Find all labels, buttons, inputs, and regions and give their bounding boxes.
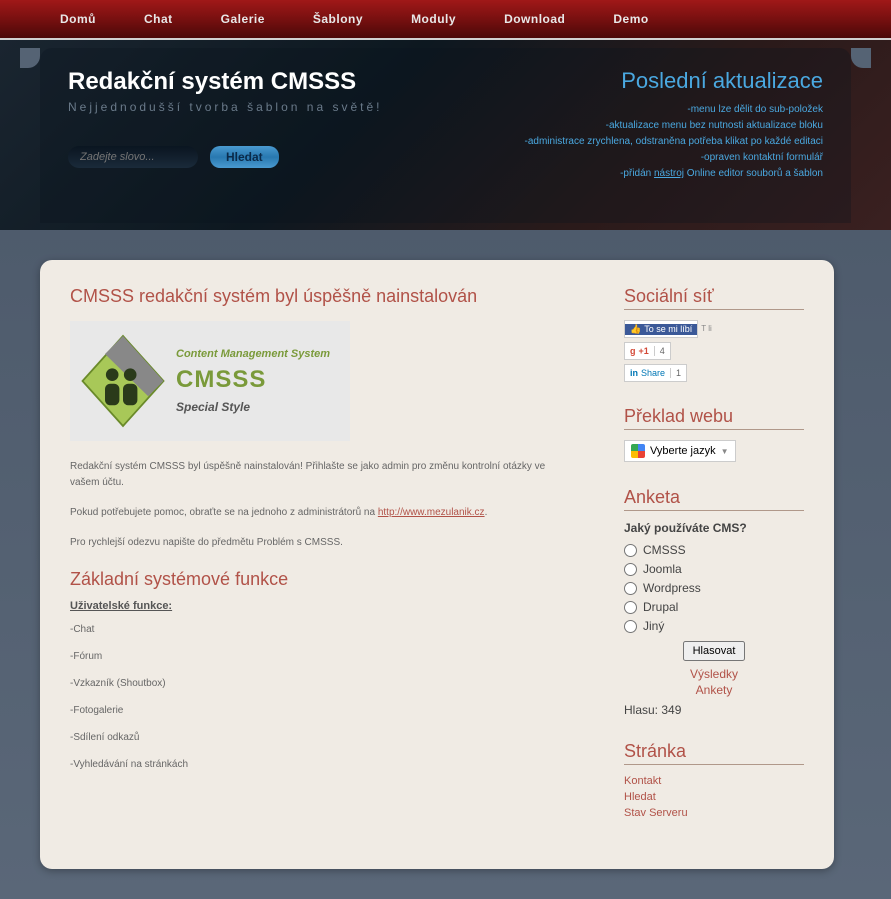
feature-item: -Vzkazník (Shoutbox) bbox=[70, 678, 574, 689]
poll-radio[interactable] bbox=[624, 620, 637, 633]
linkedin-share-button[interactable]: in Share 1 bbox=[624, 364, 687, 382]
nav-home[interactable]: Domů bbox=[60, 12, 96, 26]
search-input[interactable] bbox=[68, 146, 198, 168]
nav-download[interactable]: Download bbox=[504, 12, 565, 26]
polls-link[interactable]: Ankety bbox=[624, 683, 804, 697]
poll-option[interactable]: Wordpress bbox=[624, 581, 804, 595]
feature-item: -Fórum bbox=[70, 651, 574, 662]
widget-translate: Překlad webu Vyberte jazyk ▼ bbox=[624, 406, 804, 463]
logo-icon bbox=[78, 331, 168, 431]
poll-question: Jaký používáte CMS? bbox=[624, 521, 804, 535]
chevron-down-icon: ▼ bbox=[721, 447, 729, 456]
feature-list: -Chat -Fórum -Vzkazník (Shoutbox) -Fotog… bbox=[70, 624, 574, 770]
article-para: Pro rychlejší odezvu napište do předmětu… bbox=[70, 535, 574, 551]
poll-radio[interactable] bbox=[624, 563, 637, 576]
widget-poll: Anketa Jaký používáte CMS? CMSSS Joomla … bbox=[624, 487, 804, 717]
feature-item: -Chat bbox=[70, 624, 574, 635]
updates-title: Poslední aktualizace bbox=[493, 68, 823, 94]
poll-radio[interactable] bbox=[624, 582, 637, 595]
section-heading: Základní systémové funkce bbox=[70, 569, 574, 590]
page-link-hledat[interactable]: Hledat bbox=[624, 791, 804, 803]
updates-box: Poslední aktualizace -menu lze dělit do … bbox=[493, 68, 823, 182]
widget-title: Překlad webu bbox=[624, 406, 804, 430]
feature-item: -Fotogalerie bbox=[70, 705, 574, 716]
logo-text-2: CMSSS bbox=[176, 366, 330, 394]
update-item: -administrace zrychlena, odstraněna potř… bbox=[493, 134, 823, 150]
header: Redakční systém CMSSS Nejjednodušší tvor… bbox=[0, 40, 891, 230]
feature-item: -Vyhledávání na stránkách bbox=[70, 759, 574, 770]
update-item: -přidán nástroj Online editor souborů a … bbox=[493, 166, 823, 182]
widget-social: Sociální síť 👍 To se mi líbí T li g+1 4 … bbox=[624, 286, 804, 382]
poll-option[interactable]: CMSSS bbox=[624, 543, 804, 557]
sub-heading: Uživatelské funkce: bbox=[70, 600, 574, 612]
article-para: Redakční systém CMSSS byl úspěšně nainst… bbox=[70, 459, 574, 491]
nav-moduly[interactable]: Moduly bbox=[411, 12, 456, 26]
nav-sablony[interactable]: Šablony bbox=[313, 12, 363, 26]
poll-radio[interactable] bbox=[624, 544, 637, 557]
poll-count: Hlasu: 349 bbox=[624, 703, 804, 717]
nav-galerie[interactable]: Galerie bbox=[221, 12, 265, 26]
update-item: -aktualizace menu bez nutnosti aktualiza… bbox=[493, 118, 823, 134]
facebook-like-button[interactable]: 👍 To se mi líbí bbox=[624, 320, 698, 338]
widget-page: Stránka Kontakt Hledat Stav Serveru bbox=[624, 741, 804, 819]
article-para: Pokud potřebujete pomoc, obraťte se na j… bbox=[70, 505, 574, 521]
translate-dropdown[interactable]: Vyberte jazyk ▼ bbox=[624, 440, 736, 462]
article-title: CMSSS redakční systém byl úspěšně nainst… bbox=[70, 286, 574, 307]
google-plus-button[interactable]: g+1 4 bbox=[624, 342, 671, 360]
page-link-kontakt[interactable]: Kontakt bbox=[624, 775, 804, 787]
vote-button[interactable]: Hlasovat bbox=[683, 641, 746, 661]
poll-radio[interactable] bbox=[624, 601, 637, 614]
results-link[interactable]: Výsledky bbox=[624, 667, 804, 681]
fb-extra: T li bbox=[701, 325, 712, 333]
logo-text-1: Content Management System bbox=[176, 348, 330, 360]
page-link-stav[interactable]: Stav Serveru bbox=[624, 807, 804, 819]
poll-option[interactable]: Joomla bbox=[624, 562, 804, 576]
nav-demo[interactable]: Demo bbox=[613, 12, 648, 26]
logo-text-3: Special Style bbox=[176, 400, 330, 414]
main-column: CMSSS redakční systém byl úspěšně nainst… bbox=[70, 286, 574, 843]
feature-item: -Sdílení odkazů bbox=[70, 732, 574, 743]
sidebar: Sociální síť 👍 To se mi líbí T li g+1 4 … bbox=[624, 286, 804, 843]
search-button[interactable]: Hledat bbox=[210, 146, 279, 168]
top-nav: Domů Chat Galerie Šablony Moduly Downloa… bbox=[0, 0, 891, 40]
nav-chat[interactable]: Chat bbox=[144, 12, 173, 26]
logo-image: Content Management System CMSSS Special … bbox=[70, 321, 350, 441]
widget-title: Stránka bbox=[624, 741, 804, 765]
poll-option[interactable]: Jiný bbox=[624, 619, 804, 633]
widget-title: Sociální síť bbox=[624, 286, 804, 310]
widget-title: Anketa bbox=[624, 487, 804, 511]
update-item: -opraven kontaktní formulář bbox=[493, 150, 823, 166]
google-icon bbox=[631, 444, 645, 458]
update-link[interactable]: nástroj bbox=[654, 168, 684, 179]
update-item: -menu lze dělit do sub-položek bbox=[493, 102, 823, 118]
poll-option[interactable]: Drupal bbox=[624, 600, 804, 614]
admin-link[interactable]: http://www.mezulanik.cz bbox=[378, 507, 485, 518]
content: CMSSS redakční systém byl úspěšně nainst… bbox=[0, 230, 891, 899]
